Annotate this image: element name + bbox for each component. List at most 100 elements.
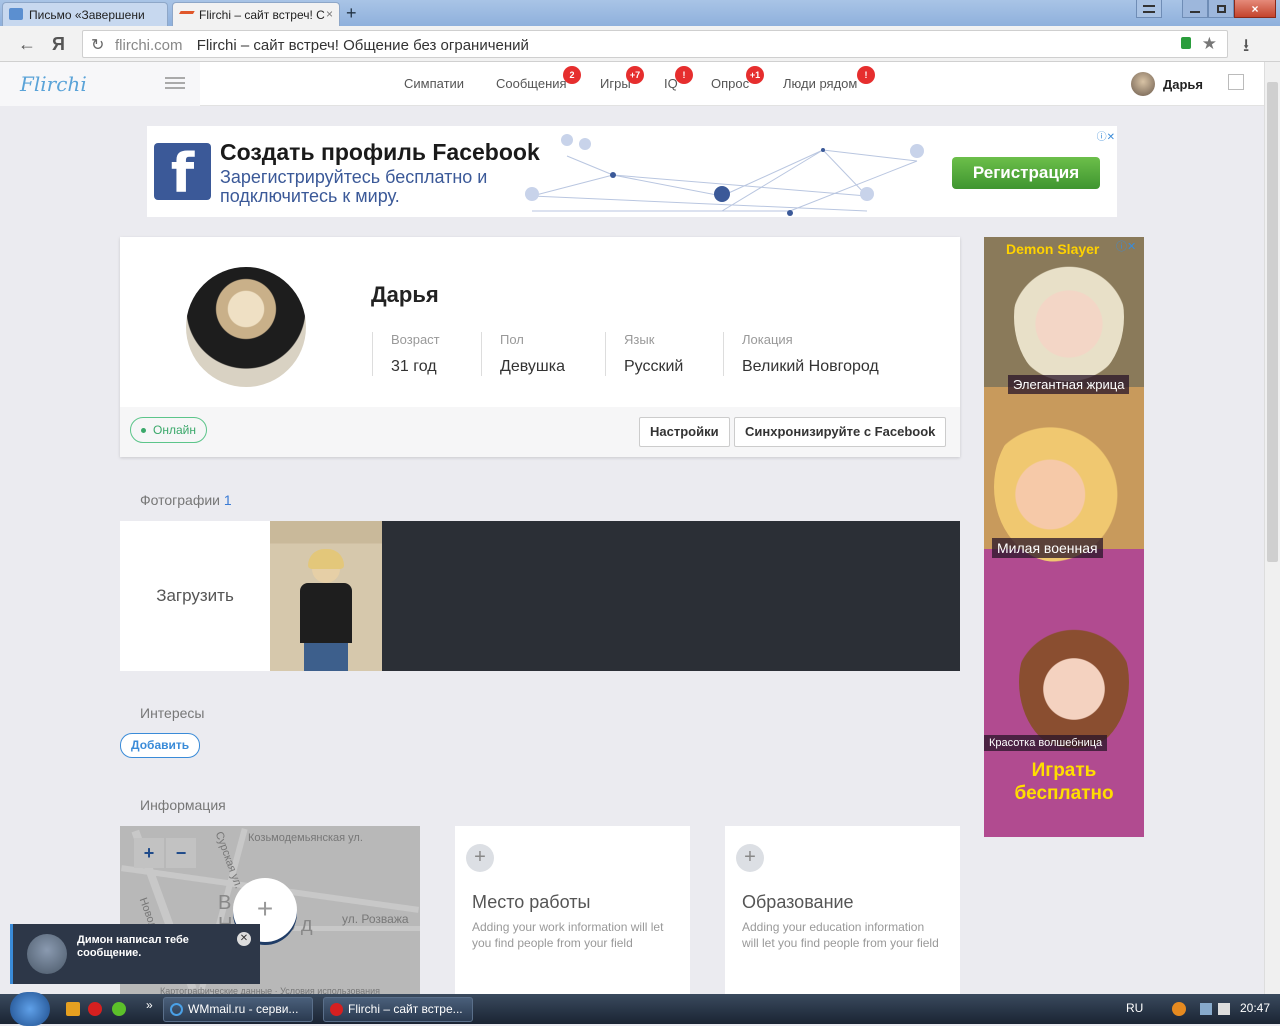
- field-label: Возраст: [391, 332, 440, 347]
- iq-badge: !: [675, 66, 693, 84]
- clock[interactable]: 20:47: [1240, 1001, 1270, 1015]
- ad-game-title: Demon Slayer: [1006, 241, 1100, 257]
- yandex-browser-icon: [330, 1003, 343, 1016]
- work-title: Место работы: [472, 892, 591, 912]
- avatar: [1131, 72, 1155, 96]
- add-interest-button[interactable]: Добавить: [120, 733, 201, 758]
- ad-character-image: [1019, 612, 1129, 752]
- map-zoom-out-button[interactable]: −: [166, 838, 196, 868]
- ad-info-close-icon[interactable]: ⓘ✕: [1097, 128, 1115, 143]
- register-button[interactable]: Регистрация: [952, 157, 1100, 189]
- url-domain: flirchi.com: [115, 37, 183, 54]
- tab-title: Flirchi – сайт встреч! С: [199, 8, 325, 22]
- mail-icon: [9, 8, 23, 20]
- expand-icon[interactable]: [1228, 74, 1244, 90]
- restore-button[interactable]: [1208, 0, 1234, 18]
- yandex-browser-icon[interactable]: [88, 1002, 102, 1016]
- avatar: [27, 934, 67, 974]
- new-tab-button[interactable]: +: [346, 3, 357, 24]
- settings-button[interactable]: Настройки: [639, 417, 730, 447]
- play-free-button[interactable]: Играть бесплатно: [1010, 759, 1118, 805]
- language-indicator[interactable]: RU: [1126, 1001, 1143, 1015]
- menu-icon: [1143, 5, 1155, 13]
- nav-sympathies[interactable]: Симпатии: [404, 76, 464, 91]
- reload-icon[interactable]: ↻: [91, 35, 104, 55]
- ad-subtitle: Зарегистрируйтесь бесплатно и подключите…: [220, 167, 488, 206]
- left-panel: Flirchi: [0, 62, 200, 106]
- upload-photo-button[interactable]: Загрузить: [120, 521, 270, 671]
- lock-icon: [1181, 37, 1191, 49]
- browser-menu-button[interactable]: [1136, 0, 1162, 18]
- add-education-plus-icon[interactable]: +: [736, 844, 764, 872]
- page-scrollbar[interactable]: [1264, 62, 1280, 994]
- education-box[interactable]: + Образование Adding your education info…: [725, 826, 960, 994]
- notification-close-icon[interactable]: ✕: [237, 932, 251, 946]
- field-value: 31 год: [391, 358, 437, 375]
- close-window-button[interactable]: ×: [1234, 0, 1276, 18]
- side-ad-info-close-icon[interactable]: ⓘ✕: [1116, 238, 1136, 254]
- icq-icon[interactable]: [112, 1002, 126, 1016]
- site-header: Flirchi Симпатии Сообщения 2 Игры +7 IQ …: [0, 62, 1264, 106]
- education-description: Adding your education information will l…: [742, 920, 939, 950]
- download-icon[interactable]: ⭳: [1243, 33, 1249, 63]
- field-label: Язык: [624, 332, 655, 347]
- tab-close-icon[interactable]: ×: [326, 7, 333, 21]
- hamburger-menu-icon[interactable]: [165, 77, 185, 89]
- field-value: Девушка: [500, 358, 565, 375]
- site-logo[interactable]: Flirchi: [20, 72, 87, 96]
- profile-card: Дарья Возраст 31 год Пол Девушка Язык Ру…: [120, 237, 960, 457]
- work-box[interactable]: + Место работы Adding your work informat…: [455, 826, 690, 994]
- scrollbar-thumb[interactable]: [1267, 82, 1278, 562]
- profile-avatar[interactable]: [186, 267, 306, 387]
- photo-figure-hair: [308, 549, 344, 569]
- map-zoom-in-button[interactable]: +: [134, 838, 164, 868]
- nav-people-nearby[interactable]: Люди рядом: [783, 76, 857, 91]
- facebook-ad-banner[interactable]: f Создать профиль Facebook Зарегистрируй…: [147, 126, 1117, 217]
- map-street-label: Козьмодемьянская ул.: [248, 832, 363, 844]
- interests-heading: Интересы: [140, 705, 205, 721]
- games-badge: +7: [626, 66, 644, 84]
- nav-poll[interactable]: Опрос: [711, 76, 749, 91]
- people-nearby-badge: !: [857, 66, 875, 84]
- online-status-badge: Онлайн: [130, 417, 207, 443]
- tab-title: Письмо «Завершени: [29, 8, 145, 22]
- tray-volume-icon[interactable]: [1200, 1003, 1230, 1015]
- taskbar-more-icon[interactable]: »: [146, 998, 153, 1012]
- url-page-title: Flirchi – сайт встреч! Общение без огран…: [196, 37, 529, 54]
- sync-facebook-button[interactable]: Синхронизируйте с Facebook: [734, 417, 947, 447]
- field-value: Великий Новгород: [742, 358, 879, 375]
- add-work-plus-icon[interactable]: +: [466, 844, 494, 872]
- messages-badge: 2: [563, 66, 581, 84]
- browser-tab-mail[interactable]: Письмо «Завершени: [2, 2, 168, 26]
- browser-tab-bar: Письмо «Завершени Flirchi – сайт встреч!…: [0, 0, 1280, 26]
- photo-thumbnail[interactable]: [270, 521, 382, 671]
- photos-count[interactable]: 1: [224, 492, 232, 508]
- photo-figure-legs: [304, 643, 348, 671]
- bookmark-star-icon[interactable]: ★: [1202, 34, 1217, 54]
- message-notification[interactable]: Димон написал тебе сообщение. ✕: [10, 924, 260, 984]
- taskbar-item-flirchi[interactable]: Flirchi – сайт встре...: [323, 997, 473, 1022]
- back-button[interactable]: ←: [18, 34, 36, 55]
- start-button[interactable]: [10, 992, 50, 1026]
- side-game-ad[interactable]: Demon Slayer Элегантная жрица Милая воен…: [984, 237, 1144, 837]
- ad-character-label: Милая военная: [992, 538, 1103, 558]
- yandex-button[interactable]: Я: [52, 34, 65, 55]
- media-player-icon[interactable]: [66, 1002, 80, 1016]
- photos-heading-label: Фотографии: [140, 492, 221, 508]
- restore-icon: [1216, 5, 1226, 13]
- profile-card-footer: Онлайн Настройки Синхронизируйте с Faceb…: [120, 407, 960, 457]
- minimize-icon: [1190, 11, 1200, 13]
- browser-tab-flirchi[interactable]: Flirchi – сайт встреч! С ×: [172, 2, 340, 26]
- field-value: Русский: [624, 358, 684, 375]
- photos-heading: Фотографии 1: [140, 492, 232, 508]
- field-gender: Пол Девушка: [481, 332, 565, 376]
- nav-messages[interactable]: Сообщения: [496, 76, 567, 91]
- ad-character-label: Элегантная жрица: [1008, 375, 1130, 394]
- minimize-button[interactable]: [1182, 0, 1208, 18]
- taskbar-item-wmmail[interactable]: WMmail.ru - серви...: [163, 997, 313, 1022]
- field-language: Язык Русский: [605, 332, 683, 376]
- url-field[interactable]: ↻ flirchi.com Flirchi – сайт встреч! Общ…: [82, 30, 1228, 58]
- tray-network-icon[interactable]: [1172, 1002, 1186, 1016]
- profile-name: Дарья: [371, 282, 439, 307]
- work-description: Adding your work information will let yo…: [472, 920, 664, 950]
